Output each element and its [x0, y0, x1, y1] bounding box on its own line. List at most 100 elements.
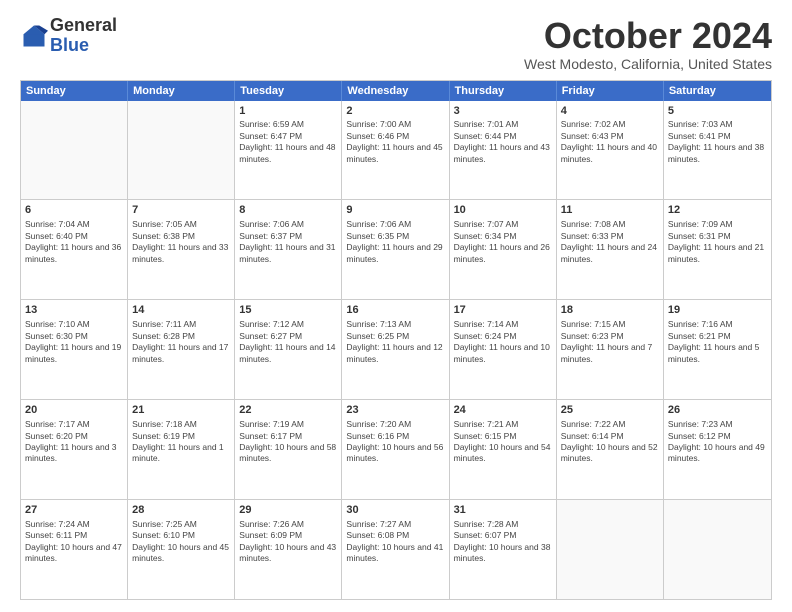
cell-details: Sunrise: 7:09 AM Sunset: 6:31 PM Dayligh… — [668, 219, 767, 265]
calendar-week-row: 27Sunrise: 7:24 AM Sunset: 6:11 PM Dayli… — [21, 499, 771, 599]
calendar-week-row: 6Sunrise: 7:04 AM Sunset: 6:40 PM Daylig… — [21, 199, 771, 299]
day-number: 4 — [561, 104, 659, 119]
cell-details: Sunrise: 7:14 AM Sunset: 6:24 PM Dayligh… — [454, 319, 552, 365]
calendar-cell: 19Sunrise: 7:16 AM Sunset: 6:21 PM Dayli… — [664, 300, 771, 399]
cell-details: Sunrise: 7:25 AM Sunset: 6:10 PM Dayligh… — [132, 519, 230, 565]
calendar-cell: 2Sunrise: 7:00 AM Sunset: 6:46 PM Daylig… — [342, 101, 449, 200]
day-number: 19 — [668, 303, 767, 318]
day-number: 12 — [668, 203, 767, 218]
calendar-header-cell: Wednesday — [342, 81, 449, 101]
calendar-cell: 16Sunrise: 7:13 AM Sunset: 6:25 PM Dayli… — [342, 300, 449, 399]
calendar-header-cell: Friday — [557, 81, 664, 101]
calendar-cell — [664, 500, 771, 599]
cell-details: Sunrise: 6:59 AM Sunset: 6:47 PM Dayligh… — [239, 119, 337, 165]
cell-details: Sunrise: 7:16 AM Sunset: 6:21 PM Dayligh… — [668, 319, 767, 365]
cell-details: Sunrise: 7:05 AM Sunset: 6:38 PM Dayligh… — [132, 219, 230, 265]
calendar-cell: 24Sunrise: 7:21 AM Sunset: 6:15 PM Dayli… — [450, 400, 557, 499]
calendar-cell: 27Sunrise: 7:24 AM Sunset: 6:11 PM Dayli… — [21, 500, 128, 599]
location-subtitle: West Modesto, California, United States — [524, 56, 772, 72]
calendar-cell: 12Sunrise: 7:09 AM Sunset: 6:31 PM Dayli… — [664, 200, 771, 299]
calendar-header: SundayMondayTuesdayWednesdayThursdayFrid… — [21, 81, 771, 101]
calendar-cell: 5Sunrise: 7:03 AM Sunset: 6:41 PM Daylig… — [664, 101, 771, 200]
day-number: 26 — [668, 403, 767, 418]
calendar-cell: 22Sunrise: 7:19 AM Sunset: 6:17 PM Dayli… — [235, 400, 342, 499]
calendar-header-cell: Sunday — [21, 81, 128, 101]
cell-details: Sunrise: 7:20 AM Sunset: 6:16 PM Dayligh… — [346, 419, 444, 465]
cell-details: Sunrise: 7:02 AM Sunset: 6:43 PM Dayligh… — [561, 119, 659, 165]
calendar-cell — [557, 500, 664, 599]
cell-details: Sunrise: 7:22 AM Sunset: 6:14 PM Dayligh… — [561, 419, 659, 465]
calendar-cell: 1Sunrise: 6:59 AM Sunset: 6:47 PM Daylig… — [235, 101, 342, 200]
calendar-cell — [128, 101, 235, 200]
day-number: 13 — [25, 303, 123, 318]
day-number: 29 — [239, 503, 337, 518]
logo-text: General Blue — [50, 16, 117, 56]
calendar-cell: 11Sunrise: 7:08 AM Sunset: 6:33 PM Dayli… — [557, 200, 664, 299]
calendar-cell: 21Sunrise: 7:18 AM Sunset: 6:19 PM Dayli… — [128, 400, 235, 499]
day-number: 15 — [239, 303, 337, 318]
day-number: 11 — [561, 203, 659, 218]
day-number: 28 — [132, 503, 230, 518]
calendar-cell: 10Sunrise: 7:07 AM Sunset: 6:34 PM Dayli… — [450, 200, 557, 299]
cell-details: Sunrise: 7:07 AM Sunset: 6:34 PM Dayligh… — [454, 219, 552, 265]
calendar-cell: 18Sunrise: 7:15 AM Sunset: 6:23 PM Dayli… — [557, 300, 664, 399]
day-number: 18 — [561, 303, 659, 318]
day-number: 10 — [454, 203, 552, 218]
day-number: 17 — [454, 303, 552, 318]
calendar-week-row: 13Sunrise: 7:10 AM Sunset: 6:30 PM Dayli… — [21, 299, 771, 399]
calendar-cell: 20Sunrise: 7:17 AM Sunset: 6:20 PM Dayli… — [21, 400, 128, 499]
day-number: 2 — [346, 104, 444, 119]
cell-details: Sunrise: 7:27 AM Sunset: 6:08 PM Dayligh… — [346, 519, 444, 565]
calendar-cell: 13Sunrise: 7:10 AM Sunset: 6:30 PM Dayli… — [21, 300, 128, 399]
calendar-cell: 15Sunrise: 7:12 AM Sunset: 6:27 PM Dayli… — [235, 300, 342, 399]
calendar-header-cell: Tuesday — [235, 81, 342, 101]
calendar-cell: 3Sunrise: 7:01 AM Sunset: 6:44 PM Daylig… — [450, 101, 557, 200]
calendar-cell: 7Sunrise: 7:05 AM Sunset: 6:38 PM Daylig… — [128, 200, 235, 299]
logo-icon — [20, 22, 48, 50]
day-number: 31 — [454, 503, 552, 518]
cell-details: Sunrise: 7:08 AM Sunset: 6:33 PM Dayligh… — [561, 219, 659, 265]
day-number: 7 — [132, 203, 230, 218]
calendar-cell: 4Sunrise: 7:02 AM Sunset: 6:43 PM Daylig… — [557, 101, 664, 200]
day-number: 22 — [239, 403, 337, 418]
cell-details: Sunrise: 7:15 AM Sunset: 6:23 PM Dayligh… — [561, 319, 659, 365]
day-number: 1 — [239, 104, 337, 119]
cell-details: Sunrise: 7:26 AM Sunset: 6:09 PM Dayligh… — [239, 519, 337, 565]
calendar-cell: 9Sunrise: 7:06 AM Sunset: 6:35 PM Daylig… — [342, 200, 449, 299]
cell-details: Sunrise: 7:13 AM Sunset: 6:25 PM Dayligh… — [346, 319, 444, 365]
cell-details: Sunrise: 7:03 AM Sunset: 6:41 PM Dayligh… — [668, 119, 767, 165]
calendar-cell: 30Sunrise: 7:27 AM Sunset: 6:08 PM Dayli… — [342, 500, 449, 599]
calendar-cell: 14Sunrise: 7:11 AM Sunset: 6:28 PM Dayli… — [128, 300, 235, 399]
day-number: 14 — [132, 303, 230, 318]
title-block: October 2024 West Modesto, California, U… — [524, 16, 772, 72]
calendar-body: 1Sunrise: 6:59 AM Sunset: 6:47 PM Daylig… — [21, 101, 771, 599]
calendar-cell: 29Sunrise: 7:26 AM Sunset: 6:09 PM Dayli… — [235, 500, 342, 599]
cell-details: Sunrise: 7:10 AM Sunset: 6:30 PM Dayligh… — [25, 319, 123, 365]
day-number: 24 — [454, 403, 552, 418]
calendar-cell: 8Sunrise: 7:06 AM Sunset: 6:37 PM Daylig… — [235, 200, 342, 299]
day-number: 20 — [25, 403, 123, 418]
day-number: 23 — [346, 403, 444, 418]
day-number: 16 — [346, 303, 444, 318]
cell-details: Sunrise: 7:00 AM Sunset: 6:46 PM Dayligh… — [346, 119, 444, 165]
day-number: 27 — [25, 503, 123, 518]
calendar-cell — [21, 101, 128, 200]
calendar-cell: 6Sunrise: 7:04 AM Sunset: 6:40 PM Daylig… — [21, 200, 128, 299]
logo: General Blue — [20, 16, 117, 56]
page-header: General Blue October 2024 West Modesto, … — [20, 16, 772, 72]
day-number: 3 — [454, 104, 552, 119]
cell-details: Sunrise: 7:19 AM Sunset: 6:17 PM Dayligh… — [239, 419, 337, 465]
day-number: 8 — [239, 203, 337, 218]
calendar: SundayMondayTuesdayWednesdayThursdayFrid… — [20, 80, 772, 600]
day-number: 5 — [668, 104, 767, 119]
cell-details: Sunrise: 7:12 AM Sunset: 6:27 PM Dayligh… — [239, 319, 337, 365]
cell-details: Sunrise: 7:04 AM Sunset: 6:40 PM Dayligh… — [25, 219, 123, 265]
calendar-cell: 25Sunrise: 7:22 AM Sunset: 6:14 PM Dayli… — [557, 400, 664, 499]
cell-details: Sunrise: 7:06 AM Sunset: 6:37 PM Dayligh… — [239, 219, 337, 265]
day-number: 21 — [132, 403, 230, 418]
cell-details: Sunrise: 7:23 AM Sunset: 6:12 PM Dayligh… — [668, 419, 767, 465]
calendar-header-cell: Thursday — [450, 81, 557, 101]
cell-details: Sunrise: 7:18 AM Sunset: 6:19 PM Dayligh… — [132, 419, 230, 465]
calendar-week-row: 1Sunrise: 6:59 AM Sunset: 6:47 PM Daylig… — [21, 101, 771, 200]
cell-details: Sunrise: 7:01 AM Sunset: 6:44 PM Dayligh… — [454, 119, 552, 165]
